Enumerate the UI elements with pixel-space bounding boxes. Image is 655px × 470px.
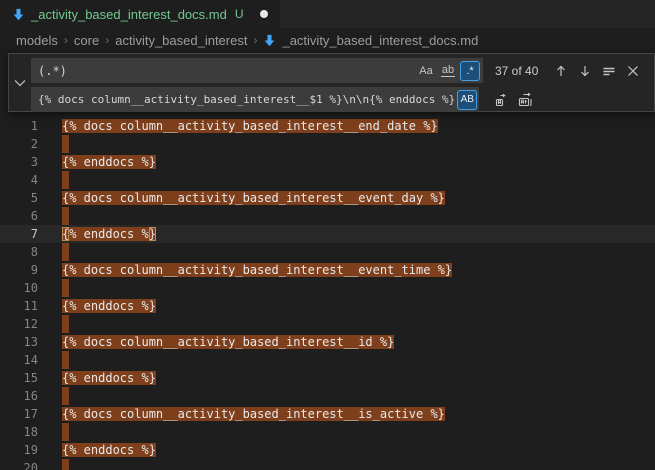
code-line[interactable]: 6	[0, 207, 655, 225]
breadcrumb: models › core › activity_based_interest …	[0, 28, 655, 52]
code-lines: 1{% docs column__activity_based_interest…	[0, 52, 655, 470]
line-number: 12	[0, 315, 38, 333]
code-line[interactable]: 9 {% docs column__activity_based_interest…	[0, 261, 655, 279]
git-status-badge: U	[235, 7, 244, 21]
line-number: 5	[0, 189, 38, 207]
bracket-match: {	[62, 227, 69, 241]
line-number: 20	[0, 459, 38, 470]
code-line[interactable]: 7 {% enddocs %}	[0, 225, 655, 243]
line-number: 8	[0, 243, 38, 261]
line-number: 19	[0, 441, 38, 459]
find-match-highlight: {% enddocs %}	[62, 227, 156, 241]
match-newline-strip	[62, 387, 69, 405]
code-line[interactable]: 17 {% docs column__activity_based_interes…	[0, 405, 655, 423]
code-line[interactable]: 5 {% docs column__activity_based_interest…	[0, 189, 655, 207]
find-match-highlight: {% enddocs %}	[62, 371, 156, 385]
replace-one-button[interactable]	[491, 89, 513, 111]
find-match-highlight: {% enddocs %}	[62, 299, 156, 313]
markdown-file-icon	[263, 34, 276, 47]
find-value: (.*)	[38, 64, 67, 78]
preserve-case-toggle[interactable]: AB	[457, 90, 477, 110]
line-number: 7	[0, 225, 38, 243]
find-match-highlight: {% enddocs %}	[62, 443, 156, 457]
code-line[interactable]: 2	[0, 135, 655, 153]
regex-toggle[interactable]: .*	[460, 61, 480, 81]
line-number: 9	[0, 261, 38, 279]
code-line[interactable]: 18	[0, 423, 655, 441]
code-line[interactable]: 19 {% enddocs %}	[0, 441, 655, 459]
find-match-highlight: {% docs column__activity_based_interest_…	[62, 407, 445, 421]
code-line[interactable]: 1 {% docs column__activity_based_interest…	[0, 117, 655, 135]
line-number: 16	[0, 387, 38, 405]
line-number: 17	[0, 405, 38, 423]
tab-filename: _activity_based_interest_docs.md	[31, 7, 227, 22]
code-line[interactable]: 12	[0, 315, 655, 333]
code-line[interactable]: 16	[0, 387, 655, 405]
find-match-highlight: {% docs column__activity_based_interest_…	[62, 335, 394, 349]
replace-input[interactable]: {% docs column__activity_based_interest_…	[31, 87, 479, 112]
editor-tab[interactable]: _activity_based_interest_docs.md U	[0, 0, 280, 28]
bracket-match: }	[149, 227, 156, 241]
find-match-highlight: {% docs column__activity_based_interest_…	[62, 191, 445, 205]
modified-dot-icon[interactable]	[260, 10, 268, 18]
vscode-window: _activity_based_interest_docs.md U model…	[0, 0, 655, 470]
code-line[interactable]: 8	[0, 243, 655, 261]
next-match-button[interactable]	[574, 60, 596, 82]
match-newline-strip	[62, 423, 69, 441]
code-line[interactable]: 14	[0, 351, 655, 369]
toggle-replace-chevron[interactable]	[9, 54, 31, 111]
match-newline-strip	[62, 171, 69, 189]
code-line[interactable]: 4	[0, 171, 655, 189]
match-newline-strip	[62, 207, 69, 225]
find-match-highlight: {% enddocs %}	[62, 155, 156, 169]
find-in-selection-icon[interactable]	[598, 60, 620, 82]
find-match-highlight: {% docs column__activity_based_interest_…	[62, 263, 452, 277]
match-newline-strip	[62, 315, 69, 333]
find-input[interactable]: (.*) Aa ab .*	[31, 58, 483, 83]
code-line[interactable]: 15 {% enddocs %}	[0, 369, 655, 387]
breadcrumb-file[interactable]: _activity_based_interest_docs.md	[282, 33, 478, 48]
breadcrumb-item-activity-based-interest[interactable]: activity_based_interest	[115, 33, 247, 48]
line-number: 10	[0, 279, 38, 297]
match-newline-strip	[62, 279, 69, 297]
find-replace-widget: (.*) Aa ab .* 37 of 40	[8, 53, 655, 112]
line-number: 13	[0, 333, 38, 351]
code-line[interactable]: 11 {% enddocs %}	[0, 297, 655, 315]
code-line[interactable]: 20	[0, 459, 655, 470]
previous-match-button[interactable]	[550, 60, 572, 82]
match-newline-strip	[62, 135, 69, 153]
markdown-file-icon	[12, 8, 25, 21]
whole-word-toggle[interactable]: ab	[438, 61, 458, 81]
replace-value: {% docs column__activity_based_interest_…	[38, 93, 455, 106]
breadcrumb-separator: ›	[105, 33, 109, 47]
tab-bar: _activity_based_interest_docs.md U	[0, 0, 655, 28]
code-line[interactable]: 10	[0, 279, 655, 297]
line-number: 6	[0, 207, 38, 225]
match-case-toggle[interactable]: Aa	[416, 61, 436, 81]
breadcrumb-item-models[interactable]: models	[16, 33, 58, 48]
close-find-widget-icon[interactable]	[622, 60, 644, 82]
editor-pane: (.*) Aa ab .* 37 of 40	[0, 52, 655, 470]
breadcrumb-separator: ›	[253, 33, 257, 47]
line-number: 15	[0, 369, 38, 387]
find-results-count: 37 of 40	[495, 64, 538, 78]
line-number: 2	[0, 135, 38, 153]
match-newline-strip	[62, 351, 69, 369]
breadcrumb-item-core[interactable]: core	[74, 33, 99, 48]
breadcrumb-separator: ›	[64, 33, 68, 47]
line-number: 3	[0, 153, 38, 171]
match-newline-strip	[62, 459, 69, 470]
find-match-highlight: {% docs column__activity_based_interest_…	[62, 119, 438, 133]
line-number: 14	[0, 351, 38, 369]
replace-all-button[interactable]	[515, 89, 537, 111]
line-number: 1	[0, 117, 38, 135]
code-line[interactable]: 13 {% docs column__activity_based_interes…	[0, 333, 655, 351]
line-number: 4	[0, 171, 38, 189]
line-number: 11	[0, 297, 38, 315]
line-number: 18	[0, 423, 38, 441]
code-line[interactable]: 3 {% enddocs %}	[0, 153, 655, 171]
match-newline-strip	[62, 243, 69, 261]
